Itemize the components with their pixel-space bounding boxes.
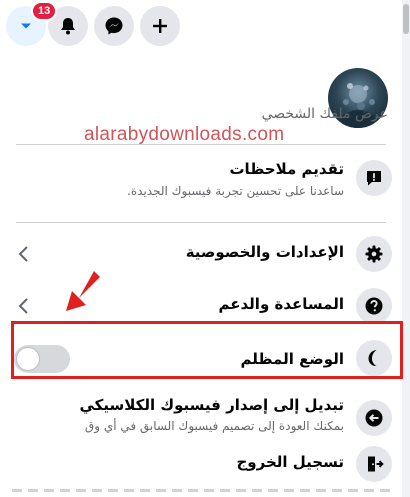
settings-icon-circle [356,236,392,272]
pointer-arrow-icon [66,271,100,311]
chevron-left-icon [18,246,28,262]
create-button[interactable] [140,6,180,46]
footer-links [12,486,392,494]
messenger-icon [105,17,123,35]
switch-arrow-icon [365,409,383,427]
menu-item-logout[interactable]: تسجيل الخروج [8,438,396,490]
scrollbar-thumb[interactable] [403,4,409,34]
caret-down-icon [21,23,31,29]
question-icon [365,297,383,315]
dark-mode-highlight-box [11,321,403,379]
help-icon-circle [356,288,392,324]
classic-icon-circle [356,400,392,436]
top-bar: 13 [0,0,410,52]
account-menu-panel: عرض ملفك الشخصي alarabydownloads.com تقد… [0,52,402,497]
divider [16,222,386,223]
logout-door-icon [368,456,384,472]
footer-text-fragment [12,489,392,492]
menu-item-feedback[interactable]: تقديم ملاحظات ساعدنا على تحسين تجربة فيس… [8,152,396,212]
classic-label: تبديل إلى إصدار فيسبوك الكلاسيكي [79,396,345,414]
logout-label: تسجيل الخروج [236,453,345,471]
plus-icon [153,19,167,33]
settings-label: الإعدادات والخصوصية [185,243,344,261]
help-label: المساعدة والدعم [218,295,345,313]
feedback-description: ساعدنا على تحسين تجربة فيسبوك الجديدة. [127,184,344,198]
logout-icon-circle [356,446,392,482]
messenger-button[interactable] [94,6,134,46]
feedback-exclamation-icon [367,171,381,186]
divider [16,144,386,145]
feedback-label: تقديم ملاحظات [229,160,344,178]
classic-description: بمكنك العودة إلى تصميم فيسبوك السابق في … [84,419,344,433]
gear-icon [365,245,383,263]
feedback-icon-circle [356,160,392,196]
notification-count-badge: 13 [31,1,58,21]
view-profile-label: عرض ملفك الشخصي [261,106,388,122]
page-scrollbar[interactable] [402,0,410,497]
watermark-text: alarabydownloads.com [84,124,285,145]
chevron-left-icon [18,298,28,314]
bell-icon [61,18,75,35]
